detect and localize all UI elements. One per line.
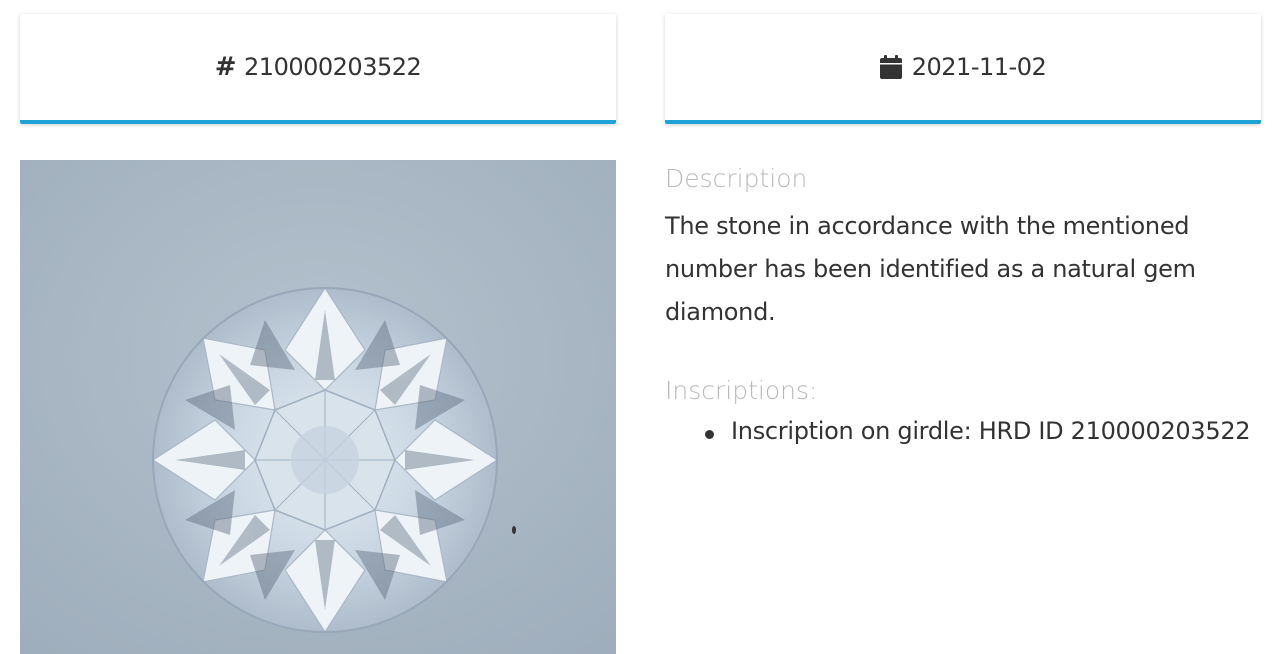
bullet-icon: [705, 430, 714, 439]
description-label: Description: [665, 164, 808, 193]
description-text: The stone in accordance with the mention…: [665, 212, 1196, 326]
certificate-date-card: 2021-11-02: [665, 14, 1261, 124]
inscriptions-list: Inscription on girdle: HRD ID 2100002035…: [665, 417, 1265, 445]
certificate-number: # 210000203522: [215, 52, 422, 82]
certificate-date: 2021-11-02: [879, 53, 1047, 81]
calendar-icon: [879, 55, 902, 79]
list-item: Inscription on girdle: HRD ID 2100002035…: [705, 417, 1265, 445]
diamond-image: [20, 160, 616, 654]
diamond-photo: [20, 160, 616, 654]
inscriptions-label: Inscriptions:: [665, 376, 818, 405]
certificate-number-card: # 210000203522: [20, 14, 616, 124]
certificate-date-value: 2021-11-02: [911, 53, 1047, 81]
inscription-text: Inscription on girdle: HRD ID 2100002035…: [731, 417, 1251, 445]
certificate-number-value: 210000203522: [244, 53, 422, 81]
details-panel: Description The stone in accordance with…: [665, 160, 1265, 445]
hash-icon: #: [214, 52, 237, 82]
